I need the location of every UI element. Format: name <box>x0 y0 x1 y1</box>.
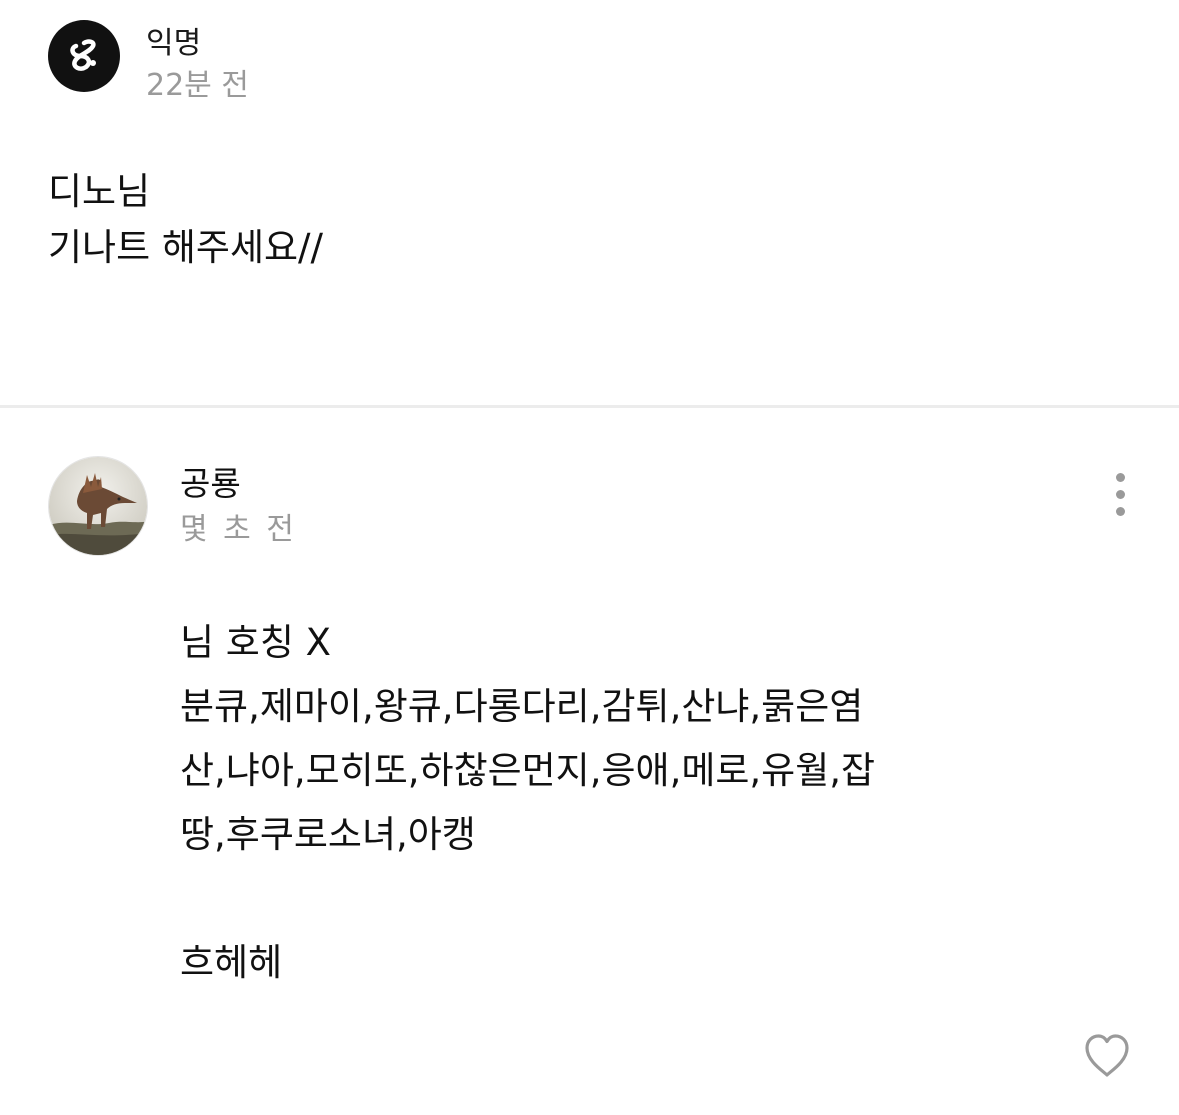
post-body-line: 기나트 해주세요// <box>48 226 323 269</box>
comment-body-line: 산,냐아,모히또,하찮은먼지,응애,메로,유월,잡 <box>180 749 876 792</box>
more-vertical-icon[interactable] <box>1100 466 1140 522</box>
post-meta: 익명 22분 전 <box>146 24 249 108</box>
more-dot <box>1115 506 1125 516</box>
dinosaur-avatar-icon <box>49 457 147 555</box>
comment-header: 공룡 몇 초 전 <box>48 456 297 556</box>
heart-outline-icon[interactable] <box>1083 1033 1131 1079</box>
post-time: 22분 전 <box>146 68 249 103</box>
anonymous-avatar-icon[interactable] <box>48 20 120 92</box>
comment-body-line: 분큐,제마이,왕큐,다롱다리,감튀,산냐,묽은염 <box>180 685 864 728</box>
post-header: 익명 22분 전 <box>48 20 249 108</box>
comment-body-line: 땅,후쿠로소녀,아캥 <box>180 813 476 856</box>
comment-author: 공룡 <box>180 464 241 503</box>
divider <box>0 405 1179 408</box>
avatar[interactable] <box>48 456 148 556</box>
more-dot <box>1115 472 1125 482</box>
comment-body-line: 님 호칭 X <box>180 621 331 664</box>
comment-time: 몇 초 전 <box>180 512 297 547</box>
post-body: 디노님 기나트 해주세요// <box>48 164 323 276</box>
comment-meta: 공룡 몇 초 전 <box>180 462 297 554</box>
comment-body: 님 호칭 X 분큐,제마이,왕큐,다롱다리,감튀,산냐,묽은염 산,냐아,모히또… <box>180 611 875 995</box>
anonymous-logo-icon <box>70 39 96 71</box>
comment-body-line: 흐헤헤 <box>180 941 283 984</box>
post-author: 익명 <box>146 26 202 61</box>
more-dot <box>1115 489 1125 499</box>
post-body-line: 디노님 <box>48 170 151 213</box>
comment-body-line <box>180 867 875 931</box>
